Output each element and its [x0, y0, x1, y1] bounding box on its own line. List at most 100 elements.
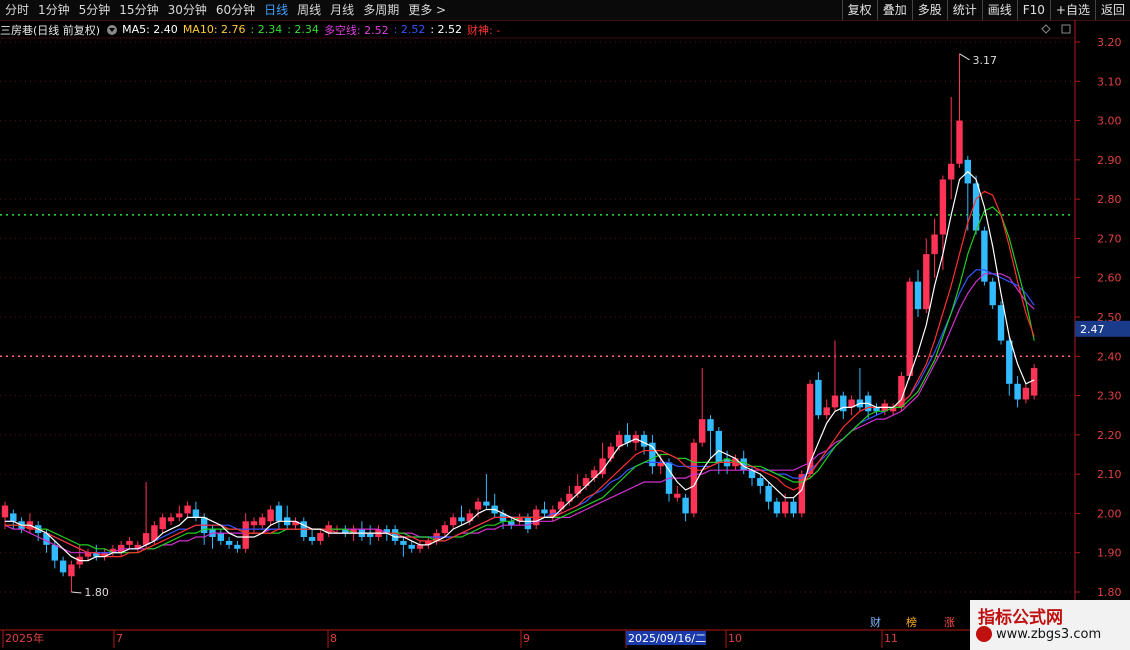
candle-body	[234, 544, 241, 549]
candle-body	[541, 509, 548, 514]
candle-body	[931, 234, 938, 255]
candle-body	[607, 446, 615, 459]
x-tick-label: 10	[728, 632, 742, 645]
candle-body	[1014, 383, 1021, 400]
candle-body	[823, 407, 830, 416]
candle-body	[1031, 368, 1038, 396]
candle-body	[466, 513, 473, 522]
candle-body	[84, 552, 92, 557]
candle-body	[989, 281, 996, 306]
max-price-label: 3.17	[973, 54, 998, 67]
ma-line-red	[5, 190, 1035, 558]
candle-body	[275, 505, 283, 522]
candle-body	[757, 478, 764, 486]
candle-body	[267, 509, 274, 522]
watermark-title: 指标公式网	[978, 608, 1063, 628]
signal-zhang: 涨	[944, 616, 955, 629]
y-tick-label: 2.70	[1097, 232, 1122, 245]
candle-body	[126, 540, 133, 545]
candle-body	[997, 305, 1005, 341]
candle-body	[557, 501, 565, 510]
candle-body	[217, 533, 224, 541]
candle-body	[59, 560, 67, 573]
max-pointer	[959, 53, 970, 61]
candle-body	[674, 493, 681, 498]
y-tick-label: 2.10	[1097, 468, 1122, 481]
candle-body	[225, 540, 233, 545]
candle-body	[391, 529, 399, 541]
candle-body	[408, 544, 415, 549]
candle-body	[474, 501, 482, 510]
y-tick-label: 2.90	[1097, 154, 1122, 167]
y-tick-label: 2.30	[1097, 390, 1122, 403]
candle-body	[765, 485, 772, 502]
candlestick-chart[interactable]: 3.203.103.002.902.802.702.602.502.402.30…	[0, 0, 1130, 650]
candle-body	[815, 379, 822, 416]
candle-body	[574, 485, 581, 494]
x-tick-label: 2025年	[5, 631, 44, 645]
ma-line-green	[5, 206, 1035, 554]
candle-body	[582, 478, 590, 486]
candle-body	[68, 564, 75, 577]
candle-body	[259, 517, 266, 526]
candle-body	[167, 517, 175, 522]
candle-body	[616, 434, 623, 447]
panel-toggle-icon	[1061, 24, 1071, 34]
watermark: 指标公式网 www.zbgs3.com	[970, 600, 1130, 650]
candle-body	[790, 501, 797, 514]
candle-body	[10, 513, 17, 522]
candle-body	[798, 474, 805, 514]
candle-body	[142, 533, 150, 545]
y-tick-label: 3.20	[1097, 36, 1122, 49]
candle-body	[184, 505, 191, 514]
candle-body	[308, 537, 316, 541]
candle-body	[715, 430, 722, 463]
y-tick-label: 2.80	[1097, 193, 1122, 206]
min-price-label: 1.80	[84, 586, 109, 599]
candle-body	[773, 501, 781, 514]
x-tick-label: 9	[523, 632, 530, 645]
candle-body	[690, 442, 698, 514]
signal-bang: 榜	[906, 616, 917, 629]
y-tick-label: 1.90	[1097, 547, 1122, 560]
candle-body	[524, 517, 532, 530]
y-tick-label: 1.80	[1097, 586, 1122, 599]
x-tick-label: 11	[884, 632, 898, 645]
x-tick-label: 7	[116, 632, 123, 645]
diamond-icon	[1041, 24, 1051, 34]
candle-body	[956, 120, 963, 164]
candle-body	[906, 281, 913, 376]
candle-body	[640, 434, 648, 447]
candle-body	[317, 533, 324, 541]
y-tick-label: 2.00	[1097, 507, 1122, 520]
x-tick-label: 8	[330, 632, 337, 645]
candle-body	[1, 505, 9, 518]
x-tick-label: 2025/09/16/二	[628, 632, 706, 645]
candle-body	[192, 509, 200, 518]
candle-body	[682, 497, 689, 514]
candle-body	[914, 281, 922, 310]
candle-body	[159, 517, 166, 530]
candle-body	[441, 525, 449, 534]
candle-body	[707, 419, 714, 431]
y-tick-label: 3.10	[1097, 75, 1122, 88]
candle-body	[242, 521, 249, 549]
watermark-url: www.zbgs3.com	[996, 627, 1102, 642]
candle-body	[458, 517, 465, 522]
candle-body	[831, 395, 839, 408]
signal-cai: 财	[870, 616, 881, 629]
candle-body	[176, 513, 183, 518]
min-pointer	[71, 591, 82, 594]
candle-body	[1022, 387, 1030, 400]
y-tick-label: 2.60	[1097, 272, 1122, 285]
candle-body	[939, 179, 947, 235]
candle-body	[400, 540, 407, 545]
current-price-label: 2.47	[1080, 323, 1105, 336]
y-tick-label: 2.20	[1097, 429, 1122, 442]
candle-body	[923, 254, 930, 310]
candle-body	[1006, 340, 1013, 384]
candle-body	[250, 521, 258, 526]
candle-body	[51, 544, 58, 561]
ma-line-white	[5, 170, 1035, 562]
candle-body	[566, 493, 573, 502]
